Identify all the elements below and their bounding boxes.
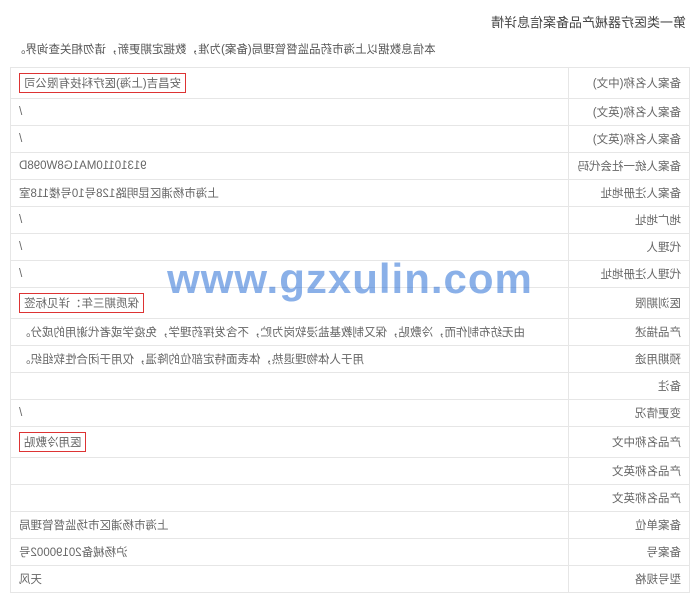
field-label: 备案人统一社会代码 <box>569 153 690 180</box>
table-row: 型号规格天风 <box>11 566 690 593</box>
table-row: 代理人/ <box>11 234 690 261</box>
field-label: 产品名称英文 <box>569 458 690 485</box>
field-value: / <box>11 234 570 261</box>
field-label: 变更情况 <box>569 400 690 427</box>
field-label: 产品名称英文 <box>569 485 690 512</box>
field-label: 代理人 <box>569 234 690 261</box>
page-title: 第一类医疗器械产品备案信息详情 <box>10 8 686 37</box>
field-value: 上海市杨浦区昆明路128号10号楼118室 <box>11 180 570 207</box>
field-value: / <box>11 207 570 234</box>
table-row: 备案人统一社会代码91310110MA1G8W098D <box>11 153 690 180</box>
field-label: 备案人名称(中文) <box>569 68 690 99</box>
table-row: 预期用途用于人体物理退热，体表面特定部位的降温，仅用于闭合性软组织。 <box>11 346 690 373</box>
field-value: 91310110MA1G8W098D <box>11 153 570 180</box>
table-row: 变更情况/ <box>11 400 690 427</box>
table-row: 产品描述由无纺布制作而，冷敷贴，保又制教基盐浸软岗为贮，不含发挥药理学，免疫学或… <box>11 319 690 346</box>
field-label: 型号规格 <box>569 566 690 593</box>
field-label: 备案号 <box>569 539 690 566</box>
field-value <box>11 373 570 400</box>
table-row: 备案单位上海市杨浦区市场监督管理局 <box>11 512 690 539</box>
field-label: 产品名称中文 <box>569 427 690 458</box>
field-value: 保质期三年：详见标签 <box>11 288 570 319</box>
field-value <box>11 458 570 485</box>
field-label: 备案单位 <box>569 512 690 539</box>
field-label: 备注 <box>569 373 690 400</box>
table-row: 代理人注册地址/ <box>11 261 690 288</box>
highlighted-value: 安昌吉(上海)医疗科技有限公司 <box>19 73 186 93</box>
field-label: 预期用途 <box>569 346 690 373</box>
field-label: 地广地址 <box>569 207 690 234</box>
info-table: 备案人名称(中文)安昌吉(上海)医疗科技有限公司备案人名称(英文)/备案人名称(… <box>10 67 690 593</box>
field-value: / <box>11 99 570 126</box>
table-row: 备案人名称(英文)/ <box>11 126 690 153</box>
highlighted-value: 医用冷敷贴 <box>19 432 87 452</box>
table-row: 产品名称英文 <box>11 458 690 485</box>
page-subtitle: 本信息数据以上海市药品监督管理局(备案)为准，数据定期更新，请勿相关查询界。 <box>14 37 690 67</box>
table-row: 产品名称英文 <box>11 485 690 512</box>
table-row: 备案人名称(英文)/ <box>11 99 690 126</box>
field-label: 备案人名称(英文) <box>569 126 690 153</box>
field-value: / <box>11 400 570 427</box>
field-value: / <box>11 261 570 288</box>
field-value: 用于人体物理退热，体表面特定部位的降温，仅用于闭合性软组织。 <box>11 346 570 373</box>
table-row: 备注 <box>11 373 690 400</box>
field-label: 备案人名称(英文) <box>569 99 690 126</box>
table-row: 医浏期限 保质期三年：详见标签 <box>11 288 690 319</box>
highlighted-value: 保质期三年：详见标签 <box>19 293 144 313</box>
field-label: 代理人注册地址 <box>569 261 690 288</box>
field-label: 医浏期限 <box>569 288 690 319</box>
field-value: / <box>11 126 570 153</box>
field-value: 安昌吉(上海)医疗科技有限公司 <box>11 68 570 99</box>
field-label: 产品描述 <box>569 319 690 346</box>
field-value: 沪杨械备20190002号 <box>11 539 570 566</box>
table-row: 备案人注册地址上海市杨浦区昆明路128号10号楼118室 <box>11 180 690 207</box>
table-row: 产品名称中文 医用冷敷贴 <box>11 427 690 458</box>
field-value: 医用冷敷贴 <box>11 427 570 458</box>
field-value: 天风 <box>11 566 570 593</box>
field-value: 上海市杨浦区市场监督管理局 <box>11 512 570 539</box>
table-row: 备案号沪杨械备20190002号 <box>11 539 690 566</box>
table-row: 备案人名称(中文) 安昌吉(上海)医疗科技有限公司 <box>11 68 690 99</box>
table-row: 地广地址/ <box>11 207 690 234</box>
field-label: 备案人注册地址 <box>569 180 690 207</box>
field-value: 由无纺布制作而，冷敷贴，保又制教基盐浸软岗为贮，不含发挥药理学，免疫学或者代谢用… <box>11 319 570 346</box>
field-value <box>11 485 570 512</box>
